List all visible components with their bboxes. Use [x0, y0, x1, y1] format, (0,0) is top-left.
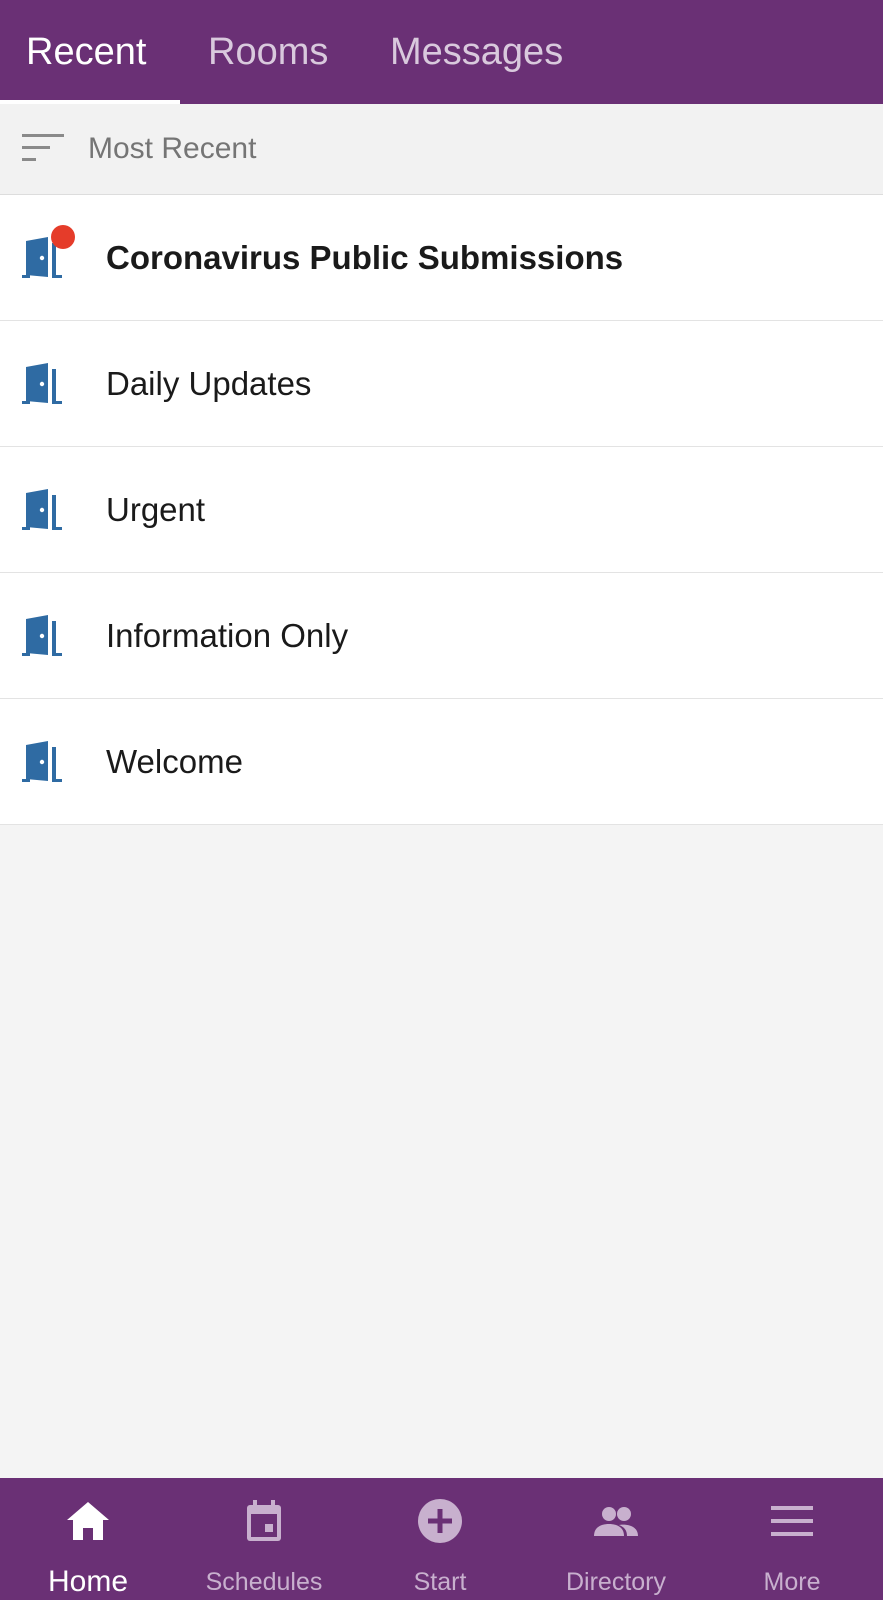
room-row[interactable]: Urgent	[0, 447, 883, 573]
room-row[interactable]: Coronavirus Public Submissions	[0, 195, 883, 321]
sort-selector[interactable]: Most Recent	[0, 104, 883, 195]
room-list: Coronavirus Public Submissions Daily Upd…	[0, 195, 883, 825]
nav-schedules[interactable]: Schedules	[176, 1478, 352, 1600]
tab-messages[interactable]: Messages	[390, 0, 563, 104]
screen-edge	[883, 0, 887, 1600]
room-name: Welcome	[106, 743, 243, 780]
room-name: Information Only	[106, 617, 349, 654]
door-icon	[22, 489, 62, 530]
room-name: Coronavirus Public Submissions	[106, 239, 624, 276]
nav-label: Schedules	[205, 1568, 323, 1596]
room-row[interactable]: Information Only	[0, 573, 883, 699]
room-row[interactable]: Daily Updates	[0, 321, 883, 447]
tab-rooms[interactable]: Rooms	[208, 0, 328, 104]
sort-label: Most Recent	[88, 132, 257, 165]
bottom-navigation: Home Schedules Start Directory More	[0, 1478, 883, 1600]
people-icon	[594, 1507, 638, 1536]
tab-recent[interactable]: Recent	[26, 0, 146, 104]
add-circle-icon	[418, 1499, 462, 1543]
room-name: Daily Updates	[106, 365, 312, 402]
home-icon	[67, 1502, 109, 1540]
room-name: Urgent	[106, 491, 206, 528]
door-icon	[22, 615, 62, 656]
nav-label: Directory	[565, 1568, 666, 1596]
nav-label: Start	[413, 1568, 467, 1596]
nav-more[interactable]: More	[704, 1478, 880, 1600]
door-icon	[22, 741, 62, 782]
nav-directory[interactable]: Directory	[528, 1478, 704, 1600]
app-screen: Recent Rooms Messages Most Recent Corona…	[0, 0, 883, 1600]
nav-start[interactable]: Start	[352, 1478, 528, 1600]
menu-icon	[771, 1506, 813, 1536]
room-row[interactable]: Welcome	[0, 699, 883, 825]
door-icon	[22, 363, 62, 404]
nav-label: More	[763, 1568, 821, 1596]
unread-indicator	[51, 225, 75, 249]
sort-icon	[22, 134, 64, 161]
calendar-icon	[247, 1500, 281, 1541]
nav-label: Home	[47, 1565, 129, 1598]
top-tab-bar: Recent Rooms Messages	[0, 0, 883, 104]
nav-home[interactable]: Home	[0, 1478, 176, 1600]
